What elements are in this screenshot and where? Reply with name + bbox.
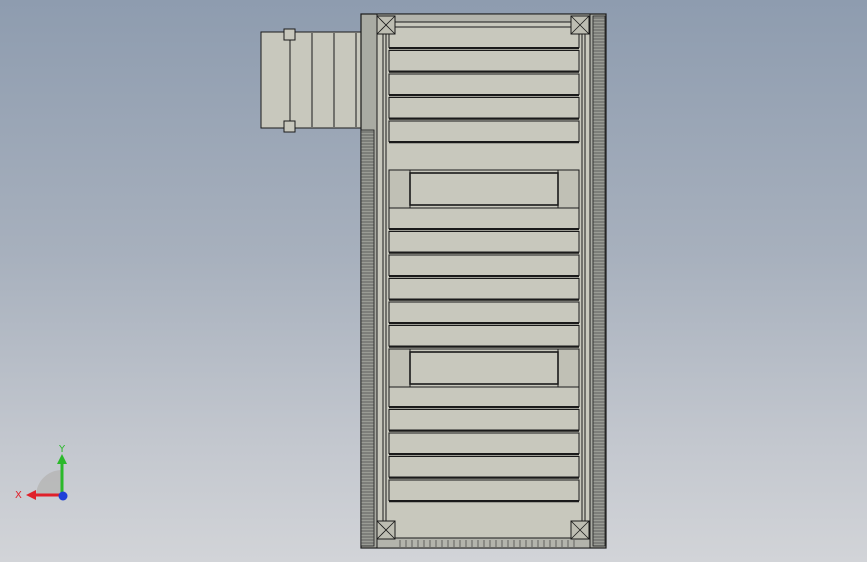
corner-bracket	[570, 520, 590, 540]
top-end-bar	[376, 13, 591, 23]
z-axis-dot	[58, 491, 68, 501]
roller-lower	[388, 479, 580, 501]
roller-bed	[388, 26, 580, 503]
triad-plane-wedge	[36, 470, 62, 495]
conveyor-model-top-view[interactable]	[0, 0, 867, 562]
orientation-triad: Y X	[15, 444, 68, 501]
x-axis-arrow	[26, 490, 36, 500]
roller-middle	[388, 325, 580, 347]
roller-middle	[388, 254, 580, 276]
roller-upper	[388, 73, 580, 95]
y-axis-label: Y	[58, 444, 66, 455]
roller-middle	[388, 301, 580, 323]
side-conveyor-bracket	[283, 28, 296, 41]
y-axis-arrow	[57, 454, 67, 464]
roller-upper	[388, 26, 580, 48]
side-conveyor-bracket	[283, 120, 296, 133]
bottom-end-bar	[376, 537, 591, 549]
roller-upper	[388, 97, 580, 119]
left-chain	[360, 129, 375, 547]
roller-middle	[388, 278, 580, 300]
stop-plate-upper	[388, 169, 580, 209]
corner-bracket	[570, 15, 590, 35]
roller-upper	[388, 50, 580, 72]
x-axis-label: X	[15, 490, 22, 501]
roller-middle	[388, 231, 580, 253]
roller-upper	[388, 120, 580, 142]
roller-lower	[388, 409, 580, 431]
roller-lower	[388, 432, 580, 454]
right-chain	[592, 15, 606, 547]
graphics-viewport[interactable]: Y X	[0, 0, 867, 562]
corner-bracket	[376, 15, 396, 35]
roller-lower	[388, 385, 580, 407]
stop-plate-lower	[388, 348, 580, 388]
corner-bracket	[376, 520, 396, 540]
roller-lower	[388, 456, 580, 478]
roller-middle	[388, 207, 580, 229]
